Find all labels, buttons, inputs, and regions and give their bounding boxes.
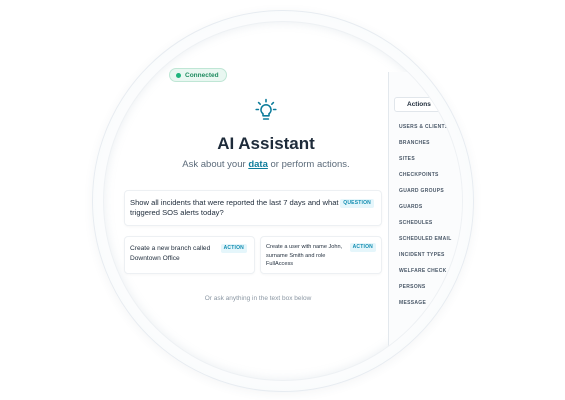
action-item-sites[interactable]: SITES xyxy=(399,155,462,171)
action-tag: ACTION xyxy=(220,244,247,253)
suggestion-card-create-branch[interactable]: Create a new branch called Downtown Offi… xyxy=(124,236,255,274)
screenshot-stage: Connected AI Assistant Ask about your da… xyxy=(0,0,565,400)
action-item-users-clients[interactable]: USERS & CLIENTS xyxy=(399,123,462,139)
status-dot-icon xyxy=(176,72,181,78)
suggestion-card-create-user[interactable]: Create a user with name John, surname Sm… xyxy=(260,236,382,274)
suggestion-card-incidents[interactable]: Show all incidents that were reported th… xyxy=(124,190,382,226)
action-item-welfare-check[interactable]: WELFARE CHECK xyxy=(399,267,462,283)
subtitle-prefix: Ask about your xyxy=(182,159,249,170)
data-link[interactable]: data xyxy=(248,159,268,170)
actions-side-panel: Actions USERS & CLIENTS BRANCHES SITES C… xyxy=(388,72,462,380)
tab-actions[interactable]: Actions xyxy=(394,97,454,112)
lightbulb-icon xyxy=(255,98,277,120)
actions-list: USERS & CLIENTS BRANCHES SITES CHECKPOIN… xyxy=(399,123,462,315)
action-item-schedules[interactable]: SCHEDULES xyxy=(399,219,462,235)
suggestion-text: Create a user with name John, surname Sm… xyxy=(266,244,343,267)
subtitle-suffix: or perform actions. xyxy=(267,159,350,170)
page-title: AI Assistant xyxy=(217,134,315,153)
question-tag: QUESTION xyxy=(340,199,374,208)
suggestion-text: Show all incidents that were reported th… xyxy=(130,198,339,217)
action-item-checkpoints[interactable]: CHECKPOINTS xyxy=(399,171,462,187)
input-hint: Or ask anything in the text box below xyxy=(204,295,312,302)
action-tag: ACTION xyxy=(349,243,376,252)
action-item-scheduled-email[interactable]: SCHEDULED EMAIL xyxy=(399,235,462,251)
action-item-message[interactable]: MESSAGE xyxy=(399,299,462,315)
action-item-guard-groups[interactable]: GUARD GROUPS xyxy=(399,187,462,203)
action-item-guards[interactable]: GUARDS xyxy=(399,203,462,219)
circular-viewport: Connected AI Assistant Ask about your da… xyxy=(104,22,462,380)
action-item-incident-types[interactable]: INCIDENT TYPES xyxy=(399,251,462,267)
connection-status-label: Connected xyxy=(185,71,219,79)
suggestion-text: Create a new branch called Downtown Offi… xyxy=(130,245,211,262)
action-item-persons[interactable]: PERSONS xyxy=(399,283,462,299)
action-item-branches[interactable]: BRANCHES xyxy=(399,139,462,155)
ai-assistant-app: Connected AI Assistant Ask about your da… xyxy=(104,22,462,380)
page-subtitle: Ask about your data or perform actions. xyxy=(120,159,412,170)
connection-status-badge: Connected xyxy=(169,68,227,82)
